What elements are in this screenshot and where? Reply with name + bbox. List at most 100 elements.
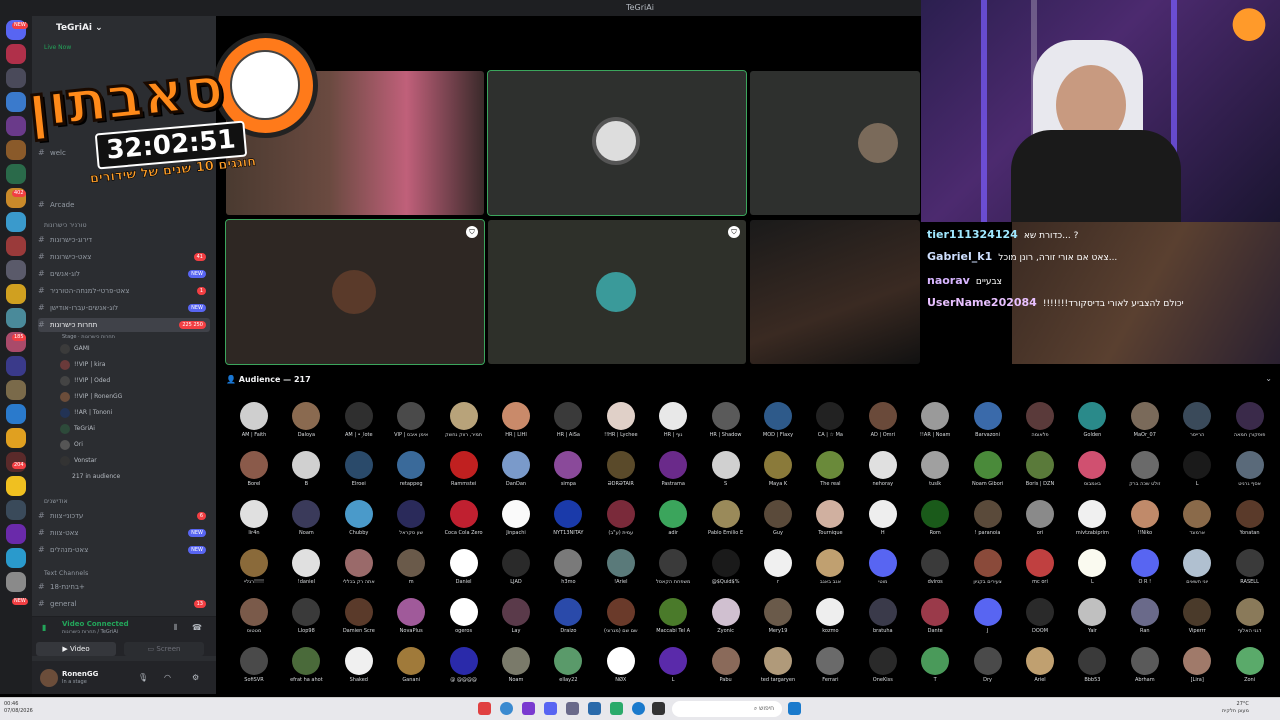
audience-member[interactable]: L [1171, 449, 1223, 497]
audience-member[interactable]: !daniel [280, 547, 332, 595]
audience-member[interactable]: !Ariel [595, 547, 647, 595]
search-input[interactable]: ⌕ חיפוש [672, 701, 782, 717]
channel-item[interactable]: # צאט-מנהלים NEW [38, 543, 210, 557]
server-icon[interactable] [6, 500, 26, 520]
windows-start-icon[interactable] [788, 702, 801, 715]
video-tile[interactable] [487, 70, 747, 216]
audience-member[interactable]: הרייסר [1171, 400, 1223, 448]
voice-user[interactable]: !!AR | Tononi [60, 406, 210, 420]
audience-member[interactable]: ogeros [438, 596, 490, 644]
app-icon[interactable] [610, 702, 623, 715]
voice-user[interactable]: !!VIP | kira [60, 358, 210, 372]
app-icon[interactable] [566, 702, 579, 715]
audience-member[interactable]: אסף גרניט [1224, 449, 1276, 497]
audience-member[interactable]: עמית (ע"ב) [595, 498, 647, 546]
audience-member[interactable]: mc ori [1014, 547, 1066, 595]
audience-member[interactable]: שון סקראל [385, 498, 437, 546]
audience-member[interactable]: [Lira] [1171, 645, 1223, 693]
audience-member[interactable]: HR | AiSa [542, 400, 594, 448]
audience-member[interactable]: שם שם (מגרוני) [595, 596, 647, 644]
audience-member[interactable]: OneKiss [857, 645, 909, 693]
audience-member[interactable]: DOOM [1014, 596, 1066, 644]
avatar[interactable] [40, 669, 58, 687]
audience-member[interactable]: Ganani [385, 645, 437, 693]
audience-member[interactable]: @ @@@@ [438, 645, 490, 693]
channel-item[interactable]: # לוג-אנשים NEW [38, 267, 210, 281]
voice-user[interactable]: !!VIP | Oded [60, 374, 210, 388]
server-icon[interactable] [6, 380, 26, 400]
audience-member[interactable]: bratuha [857, 596, 909, 644]
chrome-icon[interactable] [500, 702, 513, 715]
steam-icon[interactable] [588, 702, 601, 715]
audience-member[interactable]: Bbb53 [1066, 645, 1118, 693]
audience-member[interactable]: @$Quid$% [700, 547, 752, 595]
audience-member[interactable]: Noam [280, 498, 332, 546]
audience-member[interactable]: lir4n [228, 498, 280, 546]
channel-item[interactable]: # צאט-צוות NEW [38, 526, 210, 540]
channel-item[interactable]: # general 13 [38, 597, 210, 611]
audience-member[interactable]: Noam [490, 645, 542, 693]
audience-member[interactable]: Pablo Emilio E [700, 498, 752, 546]
audience-member[interactable]: Chubby [333, 498, 385, 546]
audience-member[interactable]: Golden [1066, 400, 1118, 448]
channel-item[interactable]: # בחינת-18+ [38, 580, 210, 594]
audience-member[interactable]: tuslk [909, 449, 961, 497]
server-icon[interactable] [6, 524, 26, 544]
audience-member[interactable]: !!HR | Lychee [595, 400, 647, 448]
audience-member[interactable]: r [752, 547, 804, 595]
audience-member[interactable]: LJAD [490, 547, 542, 595]
audience-member[interactable]: retappeg [385, 449, 437, 497]
gear-icon[interactable]: ⚙ [192, 673, 199, 682]
audience-member[interactable]: VIP | אימן איבס [385, 400, 437, 448]
audience-member[interactable]: Yair [1066, 596, 1118, 644]
voice-user[interactable]: TeGriAi [60, 422, 210, 436]
server-icon[interactable] [6, 572, 26, 592]
audience-member[interactable]: Dante [909, 596, 961, 644]
audience-member[interactable]: Barvazoni [962, 400, 1014, 448]
audience-member[interactable]: RASELL [1224, 547, 1276, 595]
audience-member[interactable]: AM | Faith [228, 400, 280, 448]
audience-member[interactable]: Maya K [752, 449, 804, 497]
audience-member[interactable]: !!Niko [1119, 498, 1171, 546]
server-icon[interactable] [6, 356, 26, 376]
audience-member[interactable]: מוטי [857, 547, 909, 595]
audience-member[interactable]: פלאומה [1014, 400, 1066, 448]
audience-member[interactable]: אגב באגב [804, 547, 856, 595]
audience-member[interactable]: Rammstei [438, 449, 490, 497]
audience-member[interactable]: h3mo [542, 547, 594, 595]
voice-user[interactable]: GAMI [60, 342, 210, 356]
disconnect-icon[interactable]: ☎ [192, 623, 202, 632]
audience-member[interactable]: simpa [542, 449, 594, 497]
audience-member[interactable]: S [700, 449, 752, 497]
audience-member[interactable]: HR | LIHI [490, 400, 542, 448]
audience-member[interactable]: dviros [909, 547, 961, 595]
category-label[interactable]: אודישנים [44, 498, 68, 505]
audience-member[interactable]: MOD | Flaxy [752, 400, 804, 448]
video-tile[interactable]: ⛉ [225, 219, 485, 365]
audience-member[interactable]: efrat ha ahot [280, 645, 332, 693]
audience-member[interactable]: Abrham [1119, 645, 1171, 693]
mic-icon[interactable]: 🎙 [138, 673, 148, 682]
audience-member[interactable]: HR | Shadow [700, 400, 752, 448]
audience-member[interactable]: Jinpachi [490, 498, 542, 546]
audience-member[interactable]: Rom [909, 498, 961, 546]
audience-member[interactable]: משפחת הקאסל [647, 547, 699, 595]
audience-member[interactable]: Pastrama [647, 449, 699, 497]
app-icon[interactable] [522, 702, 535, 715]
audience-member[interactable]: Llop98 [280, 596, 332, 644]
channel-item[interactable]: # דירוג-כישרונות [38, 233, 210, 247]
audience-member[interactable]: m [385, 547, 437, 595]
audience-member[interactable]: ארמונד [1171, 498, 1223, 546]
audience-member[interactable]: Zoni [1224, 645, 1276, 693]
audience-member[interactable]: ! paranoia [962, 498, 1014, 546]
server-icon[interactable] [6, 236, 26, 256]
server-icon[interactable] [6, 308, 26, 328]
audience-member[interactable]: MaOr_07 [1119, 400, 1171, 448]
audience-member[interactable]: Ran [1119, 596, 1171, 644]
server-icon[interactable] [6, 404, 26, 424]
weather-widget[interactable]: 27°C מעונן חלקית [1222, 701, 1249, 715]
audience-member[interactable]: Shaked [333, 645, 385, 693]
audience-member[interactable]: Noam Gibori [962, 449, 1014, 497]
channel-item[interactable]: # עדכוני-צוות 6 [38, 509, 210, 523]
audience-member[interactable]: זולט שכה ברק [1119, 449, 1171, 497]
